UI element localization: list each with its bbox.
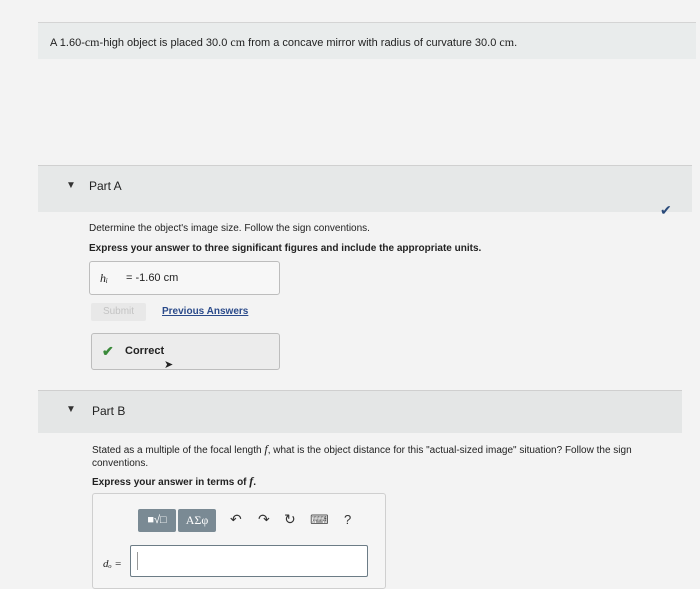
- problem-text-part: from a concave mirror with radius of cur…: [245, 37, 500, 49]
- part-b-header[interactable]: ▼ Part B: [38, 390, 682, 433]
- problem-statement: A 1.60-cm-high object is placed 30.0 cm …: [50, 35, 517, 50]
- answer-value: = -1.60 cm: [126, 272, 179, 284]
- collapse-caret-icon[interactable]: ▼: [66, 404, 76, 415]
- part-a-header[interactable]: ▼ Part A ✔: [38, 165, 692, 218]
- feedback-label: Correct: [125, 345, 165, 357]
- object-distance-label: dₒ =: [103, 558, 122, 570]
- submit-button[interactable]: Submit: [91, 303, 146, 321]
- greek-symbols-button[interactable]: ΑΣφ: [178, 509, 216, 532]
- part-a-question: Determine the object's image size. Follo…: [89, 223, 370, 234]
- unit-cm: cm: [84, 35, 100, 49]
- reset-icon[interactable]: ↻: [284, 511, 296, 528]
- problem-text-part: A 1.60-: [50, 37, 85, 49]
- instruction-text: .: [253, 477, 257, 488]
- previous-answers-link[interactable]: Previous Answers: [162, 306, 248, 317]
- unit-cm: cm: [499, 35, 515, 49]
- mouse-cursor-icon: ➤: [164, 359, 174, 371]
- instruction-text: Express your answer in terms of: [92, 477, 250, 488]
- correct-check-icon: ✔: [102, 343, 114, 359]
- answer-input-panel: ■√□ ΑΣφ ↶ ↷ ↻ ⌨ ? dₒ =: [92, 493, 386, 589]
- problem-text-part: .: [514, 37, 518, 49]
- problem-statement-panel: A 1.60-cm-high object is placed 30.0 cm …: [38, 22, 696, 59]
- undo-icon[interactable]: ↶: [230, 511, 242, 528]
- keyboard-icon[interactable]: ⌨: [310, 512, 329, 528]
- part-a-answer-box: hᵢ = -1.60 cm: [89, 261, 280, 295]
- problem-text-part: -high object is placed 30.0: [99, 37, 231, 49]
- part-b-instruction: Express your answer in terms of f.: [92, 474, 256, 489]
- unit-cm: cm: [230, 35, 246, 49]
- completed-check-icon: ✔: [660, 202, 672, 218]
- help-icon[interactable]: ?: [344, 512, 351, 527]
- part-a-title: Part A: [89, 179, 122, 193]
- collapse-caret-icon[interactable]: ▼: [66, 180, 76, 191]
- part-b-title: Part B: [92, 404, 126, 418]
- question-text: Stated as a multiple of the focal length: [92, 445, 265, 456]
- answer-variable: hᵢ: [100, 271, 108, 285]
- feedback-box: ✔ Correct ➤: [91, 333, 280, 371]
- object-distance-input[interactable]: [130, 545, 368, 577]
- part-a-instruction: Express your answer to three significant…: [89, 243, 482, 254]
- text-caret: [137, 552, 138, 570]
- redo-icon[interactable]: ↷: [258, 511, 270, 528]
- part-b-question: Stated as a multiple of the focal length…: [92, 443, 662, 470]
- templates-button[interactable]: ■√□: [138, 509, 176, 532]
